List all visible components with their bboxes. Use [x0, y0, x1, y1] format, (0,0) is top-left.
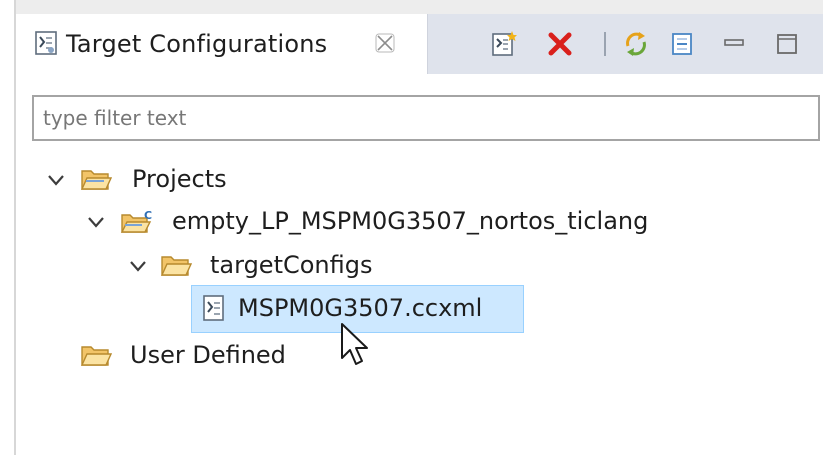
toolbar-separator: [604, 32, 606, 56]
filter-input[interactable]: [32, 95, 820, 141]
tree-label: User Defined: [130, 341, 286, 369]
tree-label: empty_LP_MSPM0G3507_nortos_ticlang: [172, 207, 649, 235]
open-folder-icon: [160, 256, 192, 276]
chevron-down-icon[interactable]: [128, 256, 148, 276]
refresh-icon[interactable]: [622, 30, 650, 58]
mouse-pointer-icon: [341, 323, 368, 365]
tree-label: MSPM0G3507.ccxml: [238, 294, 483, 322]
tab-target-configurations[interactable]: Target Configurations: [16, 14, 428, 74]
ccs-project-icon: C: [120, 209, 152, 233]
delete-icon[interactable]: [546, 30, 574, 58]
tree-label: Projects: [132, 165, 227, 193]
open-folder-icon: [80, 346, 112, 366]
minimize-icon[interactable]: [720, 30, 748, 58]
window-top-edge: [14, 0, 823, 14]
tree-item-targetconfigs[interactable]: targetConfigs: [0, 246, 420, 286]
collapse-all-icon[interactable]: [668, 30, 696, 58]
new-target-config-icon[interactable]: [490, 30, 518, 58]
tree-item-project[interactable]: C empty_LP_MSPM0G3507_nortos_ticlang: [0, 202, 720, 242]
close-tab-icon[interactable]: [372, 30, 398, 56]
target-config-file-icon: [203, 295, 224, 321]
open-folder-icon: [80, 170, 112, 190]
chevron-down-icon[interactable]: [86, 212, 106, 232]
tree-item-user-defined[interactable]: User Defined: [0, 336, 320, 376]
tree-label: targetConfigs: [210, 251, 373, 279]
maximize-icon[interactable]: [773, 30, 801, 58]
view-title: Target Configurations: [66, 30, 328, 58]
view-tab-bar: Target Configurations: [16, 14, 823, 74]
target-config-icon: [35, 31, 57, 55]
chevron-down-icon[interactable]: [46, 170, 66, 190]
svg-text:C: C: [144, 209, 152, 222]
tree-item-projects[interactable]: Projects: [0, 160, 400, 200]
